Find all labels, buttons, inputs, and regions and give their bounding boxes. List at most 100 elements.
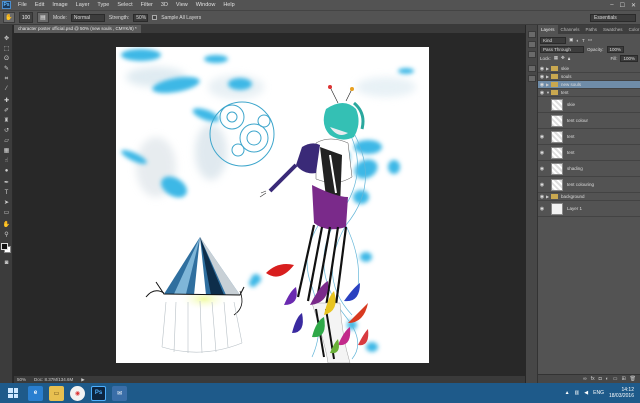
layer-row[interactable]: skie — [538, 97, 640, 113]
chrome-icon[interactable]: ◉ — [70, 385, 85, 401]
status-arrow-icon[interactable]: ▶ — [81, 377, 84, 383]
crop-tool-icon[interactable]: ⌗ — [2, 75, 11, 83]
dodge-tool-icon[interactable]: ● — [2, 167, 11, 175]
add-mask-icon[interactable]: ◘ — [599, 376, 602, 382]
kind-filter-select[interactable]: Kind — [540, 36, 566, 44]
volume-icon[interactable]: ◀ — [584, 390, 588, 396]
layer-row[interactable]: ◉ ▶ souls — [538, 73, 640, 81]
history-panel-icon[interactable] — [528, 31, 536, 38]
healing-brush-tool-icon[interactable]: ✚ — [2, 97, 11, 105]
quick-select-tool-icon[interactable]: ✎ — [2, 65, 11, 73]
maximize-button[interactable]: ☐ — [620, 2, 625, 9]
filter-pixel-icon[interactable]: ▣ — [569, 37, 573, 43]
new-layer-icon[interactable]: ⊞ — [621, 376, 625, 382]
menu-edit[interactable]: Edit — [31, 0, 48, 10]
adjustments-panel-icon[interactable] — [528, 51, 536, 58]
internet-explorer-icon[interactable]: e — [28, 385, 43, 401]
hand-tool-icon[interactable]: ✋ — [2, 221, 11, 229]
menu-select[interactable]: Select — [113, 0, 136, 10]
gradient-tool-icon[interactable]: ▦ — [2, 147, 11, 155]
layer-row[interactable]: ◉ shading — [538, 161, 640, 177]
lasso-tool-icon[interactable]: ʘ — [2, 55, 11, 63]
layer-row[interactable]: tent colour — [538, 113, 640, 129]
blend-mode-select[interactable]: Pass Through — [540, 45, 584, 53]
filter-adjust-icon[interactable]: ◐ — [576, 38, 579, 43]
menu-window[interactable]: Window — [192, 0, 220, 10]
eye-icon[interactable]: ◉ — [538, 82, 546, 88]
zoom-level[interactable]: 50% — [17, 377, 26, 382]
layer-row[interactable]: ◉ ▼ tent — [538, 89, 640, 97]
menu-filter[interactable]: Filter — [137, 0, 157, 10]
layer-style-icon[interactable]: fx — [591, 376, 595, 382]
brush-panel-icon[interactable]: ▤ — [37, 12, 49, 23]
lock-all-icon[interactable]: 🔒︎ — [568, 56, 570, 61]
opacity-field[interactable]: 100% — [606, 45, 625, 53]
paragraph-panel-icon[interactable] — [528, 75, 536, 82]
layer-row-selected[interactable]: ◉ ▶ new souls — [538, 81, 640, 89]
tab-channels[interactable]: Channels — [558, 25, 583, 34]
menu-3d[interactable]: 3D — [157, 0, 172, 10]
menu-view[interactable]: View — [172, 0, 192, 10]
eraser-tool-icon[interactable]: ▱ — [2, 137, 11, 145]
canvas-workspace[interactable] — [14, 33, 525, 376]
clone-stamp-tool-icon[interactable]: ♜ — [2, 117, 11, 125]
layer-row[interactable]: ◉ tent — [538, 129, 640, 145]
character-panel-icon[interactable] — [528, 65, 536, 72]
layer-row[interactable]: ◉ ▶ background — [538, 193, 640, 201]
document-canvas[interactable] — [116, 47, 429, 363]
foreground-color-swatch[interactable] — [1, 243, 8, 250]
new-group-icon[interactable]: ▭ — [613, 376, 618, 382]
document-tab[interactable]: character poster official.psd @ 50% (new… — [14, 25, 141, 33]
lock-position-icon[interactable]: ✥ — [561, 55, 565, 61]
trash-icon[interactable]: 🗑︎ — [630, 376, 636, 382]
eye-icon[interactable]: ◉ — [538, 134, 546, 140]
clock[interactable]: 14:12 18/03/2016 — [609, 387, 634, 399]
eye-icon[interactable]: ◉ — [538, 166, 546, 172]
brush-tool-icon[interactable]: ✐ — [2, 107, 11, 115]
network-icon[interactable]: ▥ — [575, 390, 580, 396]
tray-arrow-icon[interactable]: ▲ — [565, 390, 570, 396]
menu-file[interactable]: File — [14, 0, 31, 10]
file-explorer-icon[interactable]: ▭ — [49, 385, 64, 401]
eye-icon[interactable]: ◉ — [538, 194, 546, 200]
layer-row[interactable]: ◉ Layer 1 — [538, 201, 640, 217]
history-brush-tool-icon[interactable]: ↺ — [2, 127, 11, 135]
smudge-tool-preset-icon[interactable]: ✋ — [3, 12, 15, 23]
quick-mask-icon[interactable]: ◙ — [2, 259, 11, 267]
mode-select[interactable]: Normal — [70, 13, 105, 22]
close-button[interactable]: ✕ — [631, 2, 636, 9]
minimize-button[interactable]: – — [610, 2, 613, 9]
photoshop-taskbar-icon[interactable]: Ps — [91, 385, 106, 401]
move-tool-icon[interactable]: ✥ — [2, 35, 11, 43]
layer-row[interactable]: ◉ ▶ skie — [538, 65, 640, 73]
lock-pixels-icon[interactable]: ▦ — [554, 55, 558, 61]
shape-tool-icon[interactable]: ▭ — [2, 209, 11, 217]
tab-swatches[interactable]: Swatches — [600, 25, 626, 34]
tab-paths[interactable]: Paths — [583, 25, 601, 34]
tab-layers[interactable]: Layers — [538, 25, 558, 34]
strength-field[interactable]: 50% — [133, 13, 149, 22]
windows-start-icon[interactable] — [4, 384, 22, 402]
filter-shape-icon[interactable]: ▭ — [588, 37, 592, 43]
properties-panel-icon[interactable] — [528, 41, 536, 48]
adjustment-layer-icon[interactable]: ◐ — [606, 376, 609, 382]
pen-tool-icon[interactable]: ✒ — [2, 179, 11, 187]
menu-layer[interactable]: Layer — [72, 0, 94, 10]
type-tool-icon[interactable]: T — [2, 189, 11, 197]
eye-icon[interactable]: ◉ — [538, 206, 546, 212]
layer-row[interactable]: ◉ tent — [538, 145, 640, 161]
eye-icon[interactable]: ◉ — [538, 66, 546, 72]
workspace-select[interactable]: Essentials — [590, 14, 636, 22]
layer-row[interactable]: ◉ tent colouring — [538, 177, 640, 193]
menu-help[interactable]: Help — [219, 0, 238, 10]
mail-icon[interactable]: ✉ — [112, 385, 127, 401]
eye-icon[interactable]: ◉ — [538, 74, 546, 80]
path-select-tool-icon[interactable]: ➤ — [2, 199, 11, 207]
menu-type[interactable]: Type — [93, 0, 113, 10]
brush-size-picker[interactable]: 100 — [19, 12, 33, 23]
marquee-tool-icon[interactable]: ⬚ — [2, 45, 11, 53]
eye-icon[interactable]: ◉ — [538, 182, 546, 188]
keyboard-language[interactable]: ENG — [593, 390, 604, 396]
eye-icon[interactable]: ◉ — [538, 90, 546, 96]
eyedropper-tool-icon[interactable]: ⁄ — [2, 85, 11, 93]
